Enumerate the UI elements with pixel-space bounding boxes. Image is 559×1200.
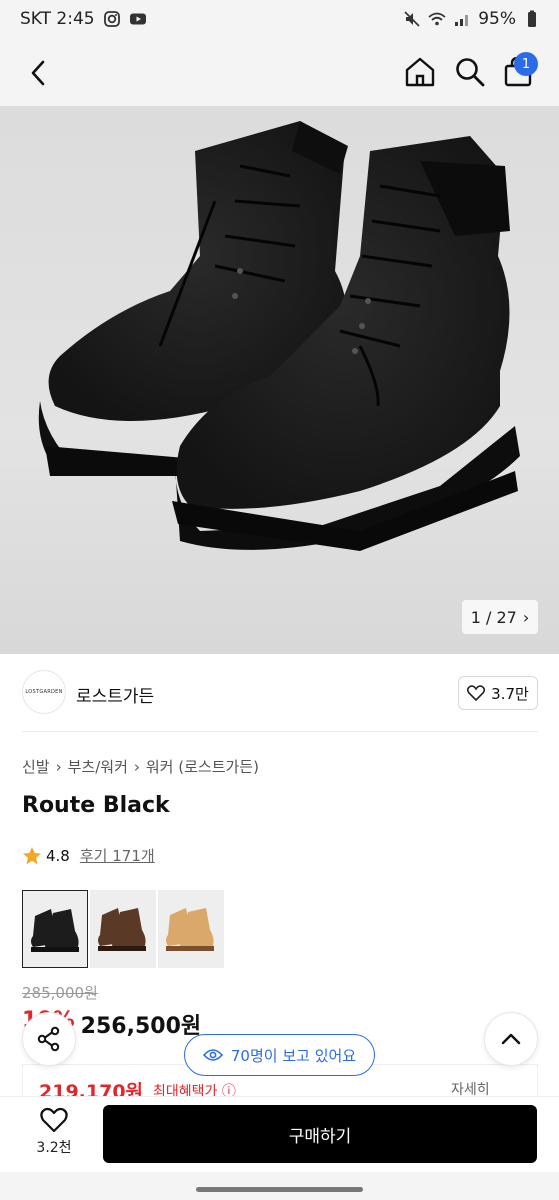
image-counter-text: 1 / 27 [470, 607, 517, 627]
brand-logo[interactable]: LOSTGARDEN [22, 670, 66, 714]
color-option-wheat[interactable] [158, 890, 224, 968]
bottom-action-bar: 3.2천 구매하기 [0, 1096, 559, 1172]
chevron-up-icon [501, 1033, 521, 1045]
battery-percent: 95% [478, 9, 516, 29]
brand-like-button[interactable]: 3.7만 [458, 676, 538, 710]
carrier-time: SKT 2:45 [20, 9, 95, 29]
sale-price: 256,500원 [80, 1014, 202, 1039]
share-button[interactable] [22, 1012, 76, 1066]
scroll-top-button[interactable] [484, 1012, 538, 1066]
swatch-boot-image [158, 890, 224, 968]
color-option-black[interactable] [22, 890, 88, 968]
system-nav-bar [0, 1172, 559, 1200]
youtube-icon [129, 13, 146, 25]
home-gesture-handle[interactable] [196, 1187, 363, 1192]
chevron-right-icon: › [133, 757, 140, 776]
product-image[interactable] [0, 106, 559, 654]
battery-icon [528, 10, 536, 27]
heart-icon [40, 1107, 68, 1133]
back-icon[interactable] [22, 56, 56, 90]
brand-name[interactable]: 로스트가든 [76, 682, 154, 707]
cart-count-badge: 1 [514, 52, 538, 76]
search-icon[interactable] [452, 54, 488, 90]
instagram-icon [103, 11, 120, 27]
mute-icon [404, 11, 420, 27]
share-icon [37, 1026, 60, 1052]
eye-icon [202, 1049, 223, 1061]
heart-icon [467, 685, 486, 701]
breadcrumb-item-walker[interactable]: 워커 (로스트가든) [146, 756, 259, 777]
breadcrumb: 신발 › 부츠/워커 › 워커 (로스트가든) [22, 756, 259, 777]
rating-row: 4.8 후기 171개 [22, 845, 155, 866]
swatch-boot-image [90, 890, 156, 968]
brand-like-count: 3.7만 [491, 684, 529, 703]
reviews-link[interactable]: 후기 171개 [80, 845, 155, 866]
product-title: Route Black [22, 793, 170, 818]
rating-value: 4.8 [46, 846, 70, 865]
best-price: 219,170원 [39, 1081, 144, 1098]
viewers-text: 70명이 보고 있어요 [230, 1046, 357, 1065]
brand-logo-text: LOSTGARDEN [25, 689, 63, 695]
chevron-right-icon: › [55, 757, 62, 776]
viewers-pill: 70명이 보고 있어요 [184, 1034, 375, 1076]
color-option-brown[interactable] [90, 890, 156, 968]
wishlist-button[interactable]: 3.2천 [28, 1107, 80, 1157]
breadcrumb-item-shoes[interactable]: 신발 [22, 756, 50, 777]
image-counter[interactable]: 1 / 27 › [462, 600, 538, 634]
top-nav [0, 40, 559, 106]
wifi-icon [428, 12, 446, 26]
wishlist-count: 3.2천 [36, 1140, 72, 1156]
breadcrumb-item-boots[interactable]: 부츠/워커 [68, 756, 128, 777]
swatch-boot-image [23, 891, 87, 967]
star-icon [23, 846, 41, 864]
home-icon[interactable] [402, 54, 438, 90]
buy-button[interactable]: 구매하기 [103, 1105, 537, 1163]
status-bar: SKT 2:45 95% [0, 0, 559, 40]
boots-illustration [38, 121, 520, 551]
original-price: 285,000원 [22, 984, 98, 1002]
signal-icon [455, 15, 469, 26]
chevron-right-icon: › [522, 607, 530, 627]
divider [22, 731, 538, 732]
